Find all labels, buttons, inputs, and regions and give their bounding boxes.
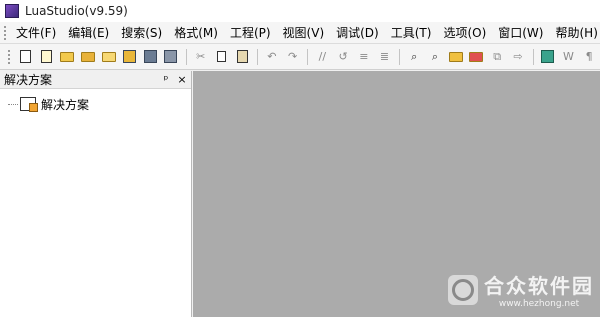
title-bar: LuaStudio(v9.59) xyxy=(0,0,600,22)
menu-project[interactable]: 工程(P) xyxy=(224,23,277,43)
redo-icon[interactable]: ↷ xyxy=(283,47,303,67)
close-icon[interactable]: × xyxy=(175,73,189,87)
indent-icon[interactable]: ≡ xyxy=(354,47,374,67)
tree-item-label: 解决方案 xyxy=(41,97,90,112)
show-whitespace-icon[interactable]: ¶ xyxy=(579,47,599,67)
save-copy-icon[interactable] xyxy=(161,47,181,67)
toolbar: ✂ ↶ ↷ // ↺ ≡ ≣ ⌕ ⌕ ⧉ ⇨ W ¶ xyxy=(0,44,600,70)
menu-tools[interactable]: 工具(T) xyxy=(385,23,438,43)
open-project-icon[interactable] xyxy=(78,47,98,67)
app-icon xyxy=(5,4,19,18)
toolbar-grip[interactable] xyxy=(8,49,12,64)
menu-window[interactable]: 窗口(W) xyxy=(492,23,549,43)
new-file-icon[interactable] xyxy=(16,47,36,67)
menu-search[interactable]: 搜索(S) xyxy=(115,23,168,43)
toolbar-separator xyxy=(532,48,534,65)
comment-icon[interactable]: // xyxy=(312,47,332,67)
window-title: LuaStudio(v9.59) xyxy=(25,4,128,18)
console-icon[interactable] xyxy=(538,47,558,67)
save-icon[interactable] xyxy=(140,47,160,67)
cut-icon[interactable]: ✂ xyxy=(191,47,211,67)
paste-icon[interactable] xyxy=(232,47,252,67)
pin-icon[interactable]: ᵖ xyxy=(159,73,173,87)
solution-icon xyxy=(20,97,38,112)
tree-item-solution[interactable]: 解决方案 xyxy=(8,95,191,113)
toolbar-separator xyxy=(307,48,309,65)
menu-options[interactable]: 选项(O) xyxy=(437,23,492,43)
solution-panel: 解决方案 ᵖ × 解决方案 xyxy=(0,71,192,317)
undo-icon[interactable]: ↶ xyxy=(262,47,282,67)
panel-header: 解决方案 ᵖ × xyxy=(0,71,191,89)
bookmark-icon[interactable]: ⧉ xyxy=(487,47,507,67)
panel-title: 解决方案 xyxy=(4,73,53,87)
solution-tree: 解决方案 xyxy=(0,89,191,113)
toolbar-separator xyxy=(257,48,259,65)
watermark-url: www.hezhong.net xyxy=(498,299,580,309)
watermark-logo-icon xyxy=(448,274,478,305)
replace-icon[interactable] xyxy=(467,47,487,67)
goto-icon[interactable]: ⇨ xyxy=(508,47,528,67)
menubar-grip[interactable] xyxy=(4,25,6,40)
editor-workspace[interactable]: 合众软件园 www.hezhong.net xyxy=(193,71,600,317)
menu-view[interactable]: 视图(V) xyxy=(277,23,331,43)
find-next-icon[interactable]: ⌕ xyxy=(425,47,445,67)
copy-icon[interactable] xyxy=(212,47,232,67)
toolbar-separator xyxy=(185,48,187,65)
tree-connector xyxy=(8,103,18,105)
menu-edit[interactable]: 编辑(E) xyxy=(62,23,115,43)
open-folder-icon[interactable] xyxy=(57,47,77,67)
find-icon[interactable]: ⌕ xyxy=(404,47,424,67)
outdent-icon[interactable]: ≣ xyxy=(375,47,395,67)
watermark-name: 合众软件园 xyxy=(484,274,594,298)
uncomment-icon[interactable]: ↺ xyxy=(333,47,353,67)
find-in-files-icon[interactable] xyxy=(446,47,466,67)
save-all-icon[interactable] xyxy=(120,47,140,67)
new-project-icon[interactable] xyxy=(37,47,57,67)
menu-format[interactable]: 格式(M) xyxy=(168,23,224,43)
menu-bar: 文件(F) 编辑(E) 搜索(S) 格式(M) 工程(P) 视图(V) 调试(D… xyxy=(0,22,600,44)
word-wrap-icon[interactable]: W xyxy=(559,47,579,67)
menu-help[interactable]: 帮助(H) xyxy=(549,23,600,43)
toolbar-separator xyxy=(399,48,401,65)
menu-debug[interactable]: 调试(D) xyxy=(330,23,385,43)
watermark: 合众软件园 www.hezhong.net xyxy=(448,270,594,309)
menu-file[interactable]: 文件(F) xyxy=(10,23,62,43)
recent-files-icon[interactable] xyxy=(99,47,119,67)
